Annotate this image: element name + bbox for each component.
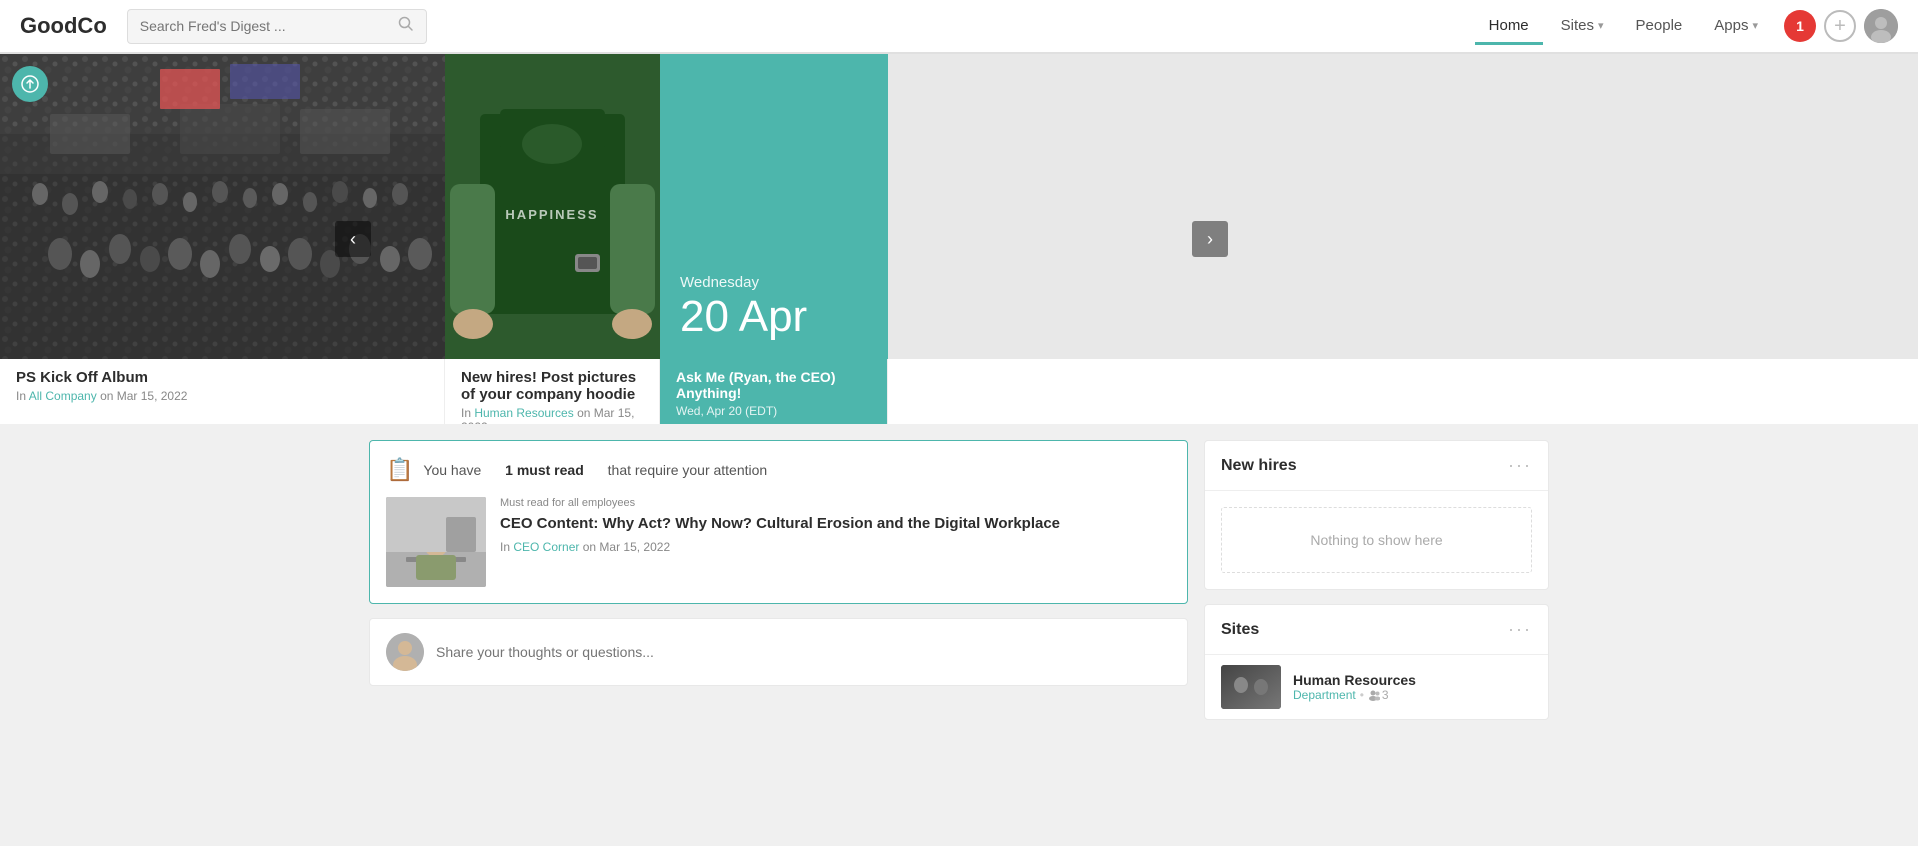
caption-sub-2: In Human Resources on Mar 15, 2022 xyxy=(461,406,643,424)
left-column: 📋 You have 1 must read that require your… xyxy=(369,440,1188,720)
caption-1: PS Kick Off Album In All Company on Mar … xyxy=(0,359,445,424)
carousel-prev-button[interactable]: ‹ xyxy=(335,221,371,257)
search-bar[interactable] xyxy=(127,9,427,44)
article-thumbnail xyxy=(386,497,486,587)
carousel-slide-3[interactable]: Wednesday 20 Apr xyxy=(660,54,888,359)
article-meta: In CEO Corner on Mar 15, 2022 xyxy=(500,540,1171,554)
carousel-captions: PS Kick Off Album In All Company on Mar … xyxy=(0,359,1918,424)
must-read-prefix: You have xyxy=(423,462,481,478)
must-read-item[interactable]: Must read for all employees CEO Content:… xyxy=(386,497,1171,587)
caption-site-link-1[interactable]: All Company xyxy=(29,389,97,403)
sites-header: Sites ··· xyxy=(1205,605,1548,655)
nav-item-apps[interactable]: Apps ▾ xyxy=(1700,9,1772,45)
sites-title: Sites xyxy=(1221,621,1259,639)
nav-item-people[interactable]: People xyxy=(1622,9,1697,45)
chevron-down-icon: ▾ xyxy=(1752,19,1758,32)
must-read-header: 📋 You have 1 must read that require your… xyxy=(386,457,1171,483)
post-card xyxy=(369,618,1188,686)
nav: Home Sites ▾ People Apps ▾ xyxy=(1475,9,1772,43)
caption-sub-3: Wed, Apr 20 (EDT) xyxy=(676,404,871,418)
chevron-down-icon: ▾ xyxy=(1598,19,1604,32)
site-thumbnail xyxy=(1221,665,1281,709)
article-site-link[interactable]: CEO Corner xyxy=(513,540,579,554)
svg-text:HAPPINESS: HAPPINESS xyxy=(505,207,598,222)
carousel-slide-1[interactable] xyxy=(0,54,445,359)
caption-title-3: Ask Me (Ryan, the CEO) Anything! xyxy=(676,369,871,401)
carousel-images: HAPPINESS xyxy=(0,54,1918,359)
add-button[interactable]: + xyxy=(1824,10,1856,42)
must-read-suffix: that require your attention xyxy=(608,462,768,478)
new-hires-header: New hires ··· xyxy=(1205,441,1548,491)
caption-title-1: PS Kick Off Album xyxy=(16,369,428,386)
must-read-card: 📋 You have 1 must read that require your… xyxy=(369,440,1188,604)
caption-title-2: New hires! Post pictures of your company… xyxy=(461,369,643,403)
caption-site-link-2[interactable]: Human Resources xyxy=(474,406,573,420)
sites-card: Sites ··· xyxy=(1204,604,1549,720)
caption-2: New hires! Post pictures of your company… xyxy=(445,359,660,424)
nav-item-sites[interactable]: Sites ▾ xyxy=(1547,9,1618,45)
carousel-slide-2[interactable]: HAPPINESS xyxy=(445,54,660,359)
article-label: Must read for all employees xyxy=(500,497,1171,509)
sites-menu-button[interactable]: ··· xyxy=(1508,619,1532,640)
site-member-count: 3 xyxy=(1368,688,1389,702)
nav-item-home[interactable]: Home xyxy=(1475,9,1543,45)
new-hires-card: New hires ··· Nothing to show here xyxy=(1204,440,1549,590)
user-avatar-small xyxy=(386,633,424,671)
site-type: Department xyxy=(1293,688,1356,702)
search-icon xyxy=(398,16,414,37)
share-icon xyxy=(12,66,48,102)
avatar[interactable] xyxy=(1864,9,1898,43)
header: GoodCo Home Sites ▾ People Apps ▾ 1 + xyxy=(0,0,1918,54)
must-read-icon: 📋 xyxy=(386,457,413,483)
new-hires-body: Nothing to show here xyxy=(1205,491,1548,589)
site-name: Human Resources xyxy=(1293,672,1532,688)
notification-badge[interactable]: 1 xyxy=(1784,10,1816,42)
carousel-next-button[interactable]: › xyxy=(1192,221,1228,257)
search-input[interactable] xyxy=(140,18,390,34)
new-hires-empty: Nothing to show here xyxy=(1221,507,1532,573)
site-item[interactable]: Human Resources Department • xyxy=(1205,655,1548,719)
site-meta: Department • 3 xyxy=(1293,688,1532,702)
site-info: Human Resources Department • xyxy=(1293,672,1532,702)
must-read-count[interactable]: 1 must read xyxy=(505,462,584,478)
new-hires-menu-button[interactable]: ··· xyxy=(1508,455,1532,476)
post-input[interactable] xyxy=(436,644,1171,660)
content-area: 📋 You have 1 must read that require your… xyxy=(349,424,1569,736)
article-title[interactable]: CEO Content: Why Act? Why Now? Cultural … xyxy=(500,513,1171,534)
right-column: New hires ··· Nothing to show here Sites… xyxy=(1204,440,1549,720)
new-hires-title: New hires xyxy=(1221,457,1297,475)
logo[interactable]: GoodCo xyxy=(20,13,107,39)
caption-3: Ask Me (Ryan, the CEO) Anything! Wed, Ap… xyxy=(660,359,888,424)
caption-sub-1: In All Company on Mar 15, 2022 xyxy=(16,389,428,403)
event-date-large: 20 Apr xyxy=(680,295,868,339)
main-content: HAPPINESS xyxy=(0,54,1918,736)
header-icons: 1 + xyxy=(1784,9,1898,43)
event-day: Wednesday xyxy=(680,274,868,291)
article-info: Must read for all employees CEO Content:… xyxy=(500,497,1171,587)
carousel-section: HAPPINESS xyxy=(0,54,1918,424)
